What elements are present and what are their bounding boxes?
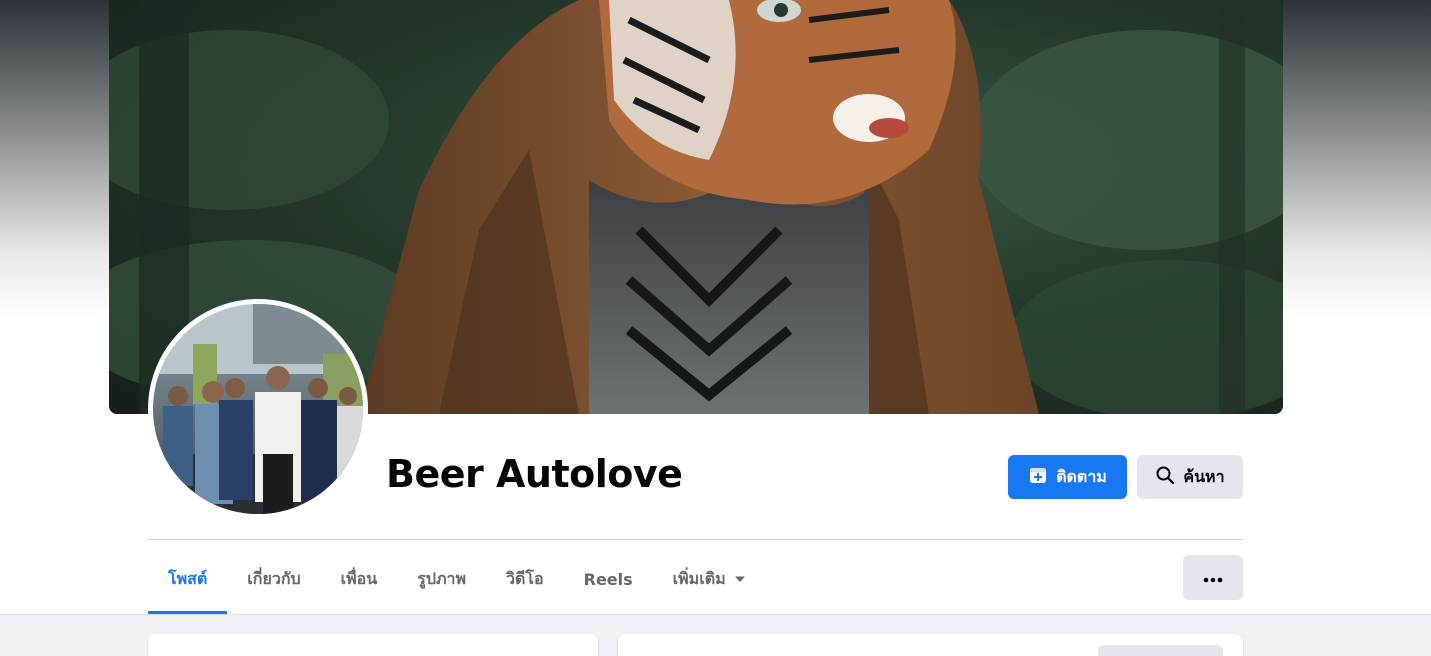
follow-icon	[1028, 465, 1048, 489]
tab-posts[interactable]: โพสต์	[148, 544, 228, 614]
tab-reels[interactable]: Reels	[564, 544, 653, 614]
profile-picture-frame[interactable]	[148, 299, 368, 519]
tab-photos[interactable]: รูปภาพ	[397, 544, 486, 614]
header-divider	[148, 539, 1243, 540]
follow-button[interactable]: ติดตาม	[1008, 455, 1127, 499]
caret-down-icon	[734, 570, 746, 589]
tab-about-label: เกี่ยวกับ	[247, 568, 301, 588]
search-icon	[1155, 465, 1175, 489]
tab-posts-label: โพสต์	[168, 568, 208, 588]
tab-photos-label: รูปภาพ	[417, 568, 467, 588]
tab-videos-label: วิดีโอ	[506, 568, 544, 588]
follow-button-label: ติดตาม	[1056, 466, 1107, 486]
profile-picture-illustration	[153, 304, 363, 514]
tab-reels-label: Reels	[583, 569, 633, 589]
tab-about[interactable]: เกี่ยวกับ	[227, 544, 320, 614]
profile-picture[interactable]	[153, 304, 363, 514]
tab-friends-label: เพื่อน	[340, 568, 378, 588]
tab-more-label: เพิ่มเติม	[672, 568, 726, 588]
more-options-button[interactable]	[1183, 555, 1243, 600]
intro-card	[148, 634, 598, 656]
more-horizontal-icon	[1203, 568, 1223, 587]
tab-videos[interactable]: วิดีโอ	[486, 544, 564, 614]
search-button-label: ค้นหา	[1183, 466, 1225, 486]
profile-tabs: โพสต์ เกี่ยวกับ เพื่อน รูปภาพ วิดีโอ Ree…	[148, 544, 766, 614]
search-button[interactable]: ค้นหา	[1137, 455, 1243, 499]
tab-friends[interactable]: เพื่อน	[321, 544, 398, 614]
tab-more[interactable]: เพิ่มเติม	[653, 544, 766, 614]
profile-name: Beer Autolove	[386, 452, 683, 496]
filters-button[interactable]	[1098, 645, 1223, 656]
